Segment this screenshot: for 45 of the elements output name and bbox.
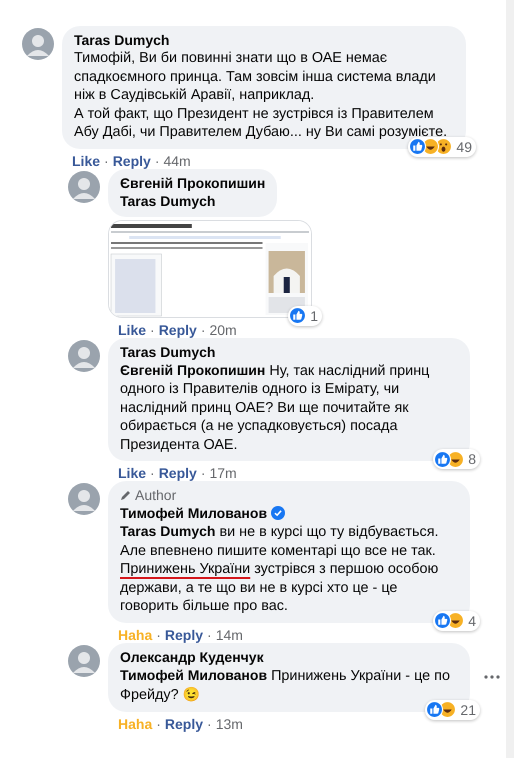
separator: · bbox=[200, 465, 206, 481]
more-options-icon[interactable] bbox=[484, 675, 500, 679]
reaction-link[interactable]: Like bbox=[72, 152, 100, 168]
timestamp[interactable]: 17m bbox=[209, 465, 237, 481]
reaction-count[interactable]: 4 bbox=[468, 612, 476, 628]
reply-link[interactable]: Reply bbox=[164, 716, 204, 732]
mention-link[interactable]: Taras Dumych bbox=[120, 192, 266, 210]
reply-link[interactable]: Reply bbox=[112, 152, 151, 168]
separator: · bbox=[150, 465, 155, 481]
avatar-icon[interactable] bbox=[68, 644, 100, 676]
reaction-count[interactable]: 1 bbox=[310, 308, 318, 324]
reaction-link[interactable]: Like bbox=[118, 465, 146, 481]
reply-link[interactable]: Reply bbox=[158, 465, 197, 481]
separator: · bbox=[207, 626, 212, 642]
comment-text: Taras Dumych ви не в курсі що ту відбувається. Але впевнено пишите коментарі що все не так. Принижень України зустрівся з першою особою держави, а те що ви не в курсі хто це - це говорить більше про вас. bbox=[120, 522, 440, 616]
separator: · bbox=[207, 716, 212, 732]
avatar-icon[interactable] bbox=[22, 28, 54, 60]
author-name[interactable]: Олександр Куденчук bbox=[120, 648, 264, 666]
separator: · bbox=[156, 716, 161, 732]
reaction-count[interactable]: 49 bbox=[456, 138, 472, 154]
author-name[interactable]: Taras Dumych bbox=[74, 31, 170, 49]
author-name[interactable]: Тимофей Милованов bbox=[120, 504, 268, 522]
separator: · bbox=[150, 322, 155, 338]
author-name[interactable]: Taras Dumych bbox=[120, 342, 216, 360]
avatar-icon[interactable] bbox=[68, 170, 100, 202]
timestamp[interactable]: 13m bbox=[216, 716, 243, 732]
comment-text: Тимофей Милованов Принижень України - це по Фрейду? 😉 bbox=[120, 666, 451, 704]
separator: · bbox=[200, 322, 206, 338]
timestamp[interactable]: 20m bbox=[209, 322, 237, 338]
author-label: Author bbox=[135, 486, 176, 504]
separator: · bbox=[156, 626, 161, 642]
avatar-icon[interactable] bbox=[68, 340, 100, 372]
reply-link[interactable]: Reply bbox=[164, 626, 204, 642]
separator: · bbox=[154, 152, 160, 168]
separator: · bbox=[104, 152, 109, 168]
reaction-link[interactable]: Like bbox=[118, 322, 146, 338]
comment-text: Тимофій, Ви би повинні знати що в ОАЕ немає спадкоємного принца. Там зовсім інша система влади ніж в Саудівській Аравії, наприклад. А той факт, що Президент не зустрівся із Правителем Абу Дабі, чи Правителем Дубаю... ну Ви самі розумієте. bbox=[74, 49, 448, 142]
timestamp[interactable]: 44m bbox=[163, 152, 191, 168]
reaction-count[interactable]: 8 bbox=[468, 451, 476, 467]
avatar-icon[interactable] bbox=[68, 483, 100, 515]
reply-link[interactable]: Reply bbox=[158, 322, 197, 338]
comment-text: Євгеній Прокопишин Ну, так наслідний принц одного із Правителів одного із Емірату, чи наслідний принц ОАЕ? Ви ще почитайте як обирається (а не успадковується) посада Президента ОАЕ. bbox=[120, 360, 430, 454]
pencil-icon bbox=[120, 489, 132, 501]
author-name[interactable]: Євгеній Прокопишин bbox=[120, 174, 266, 192]
timestamp[interactable]: 14m bbox=[216, 626, 243, 642]
